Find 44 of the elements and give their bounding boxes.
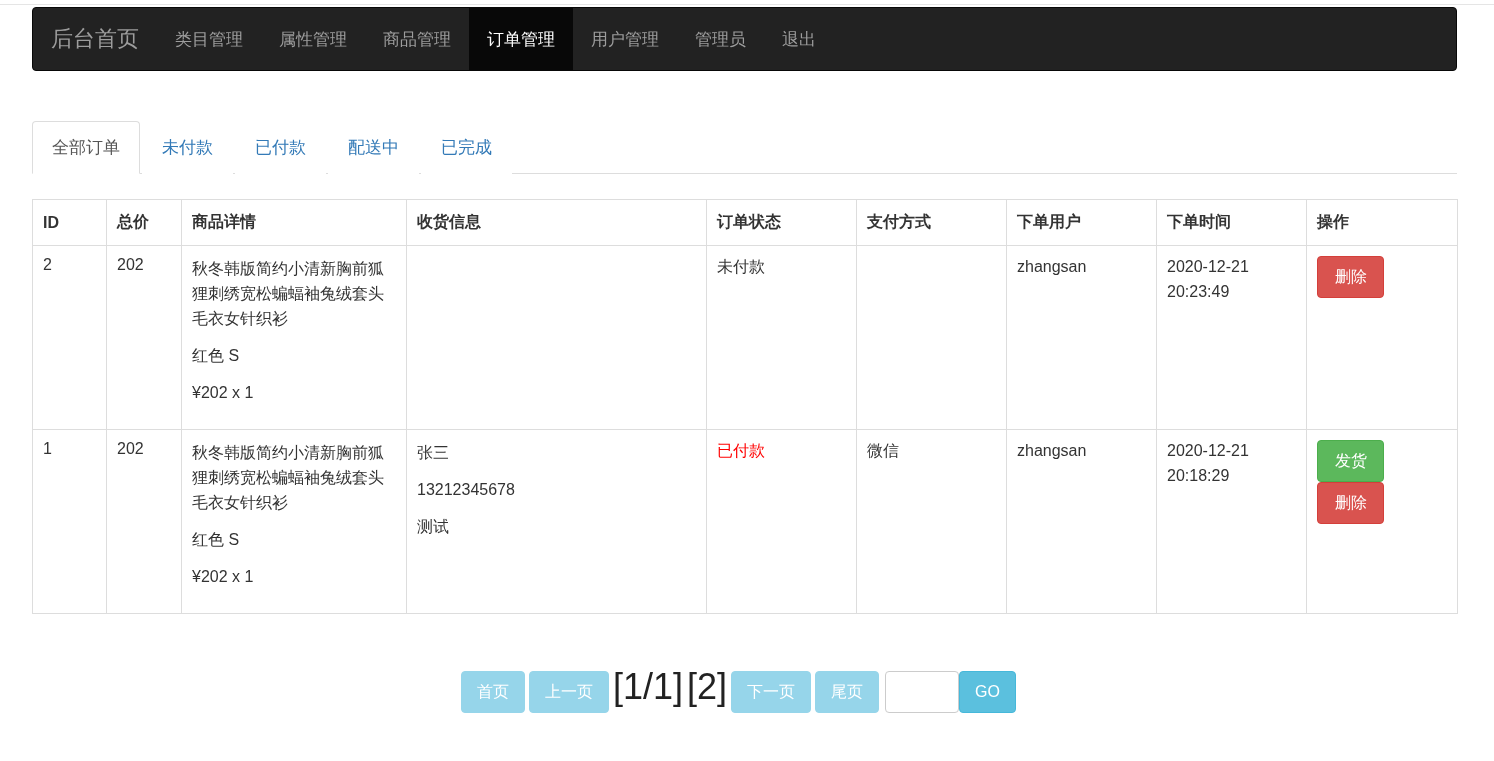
- shipping-info: 测试: [417, 517, 450, 537]
- user-name: zhangsan: [1017, 441, 1088, 461]
- nav-item[interactable]: 商品管理: [365, 8, 469, 70]
- product-spec: 红色 S: [192, 530, 241, 550]
- nav-item[interactable]: 用户管理: [573, 8, 677, 70]
- product-name: 秋冬韩版简约小清新胸前狐狸刺绣宽松蝙蝠袖兔绒套头毛衣女针织衫: [192, 259, 385, 329]
- total-count: [2]: [687, 669, 728, 705]
- shipping-info: 张三: [417, 443, 450, 463]
- tab[interactable]: 全部订单: [32, 121, 140, 174]
- payment-method: 微信: [867, 441, 900, 461]
- page-input[interactable]: [885, 671, 960, 713]
- nav-item[interactable]: 属性管理: [261, 8, 365, 70]
- product-price: ¥202 x 1: [192, 383, 255, 403]
- column-header: ID: [32, 199, 107, 246]
- order-time: 2020-12-21 20:18:29: [1167, 441, 1250, 486]
- order-status: 未付款: [717, 257, 766, 277]
- column-header: 收货信息: [406, 199, 707, 246]
- nav-item[interactable]: 退出: [764, 8, 834, 70]
- delete-button[interactable]: 删除: [1317, 482, 1384, 524]
- table-cell: 202: [106, 429, 182, 614]
- column-header: 操作: [1306, 199, 1458, 246]
- product-spec: 红色 S: [192, 346, 241, 366]
- nav-item[interactable]: 订单管理: [469, 8, 573, 70]
- shipping-info: 13212345678: [417, 480, 516, 500]
- column-header: 商品详情: [181, 199, 407, 246]
- column-header: 下单时间: [1156, 199, 1307, 246]
- delete-button[interactable]: 删除: [1317, 256, 1384, 298]
- product-name: 秋冬韩版简约小清新胸前狐狸刺绣宽松蝙蝠袖兔绒套头毛衣女针织衫: [192, 443, 385, 513]
- user-name: zhangsan: [1017, 257, 1088, 277]
- table-cell: 2: [32, 245, 107, 430]
- nav-item[interactable]: 管理员: [677, 8, 764, 70]
- column-header: 订单状态: [706, 199, 857, 246]
- column-header: 支付方式: [856, 199, 1007, 246]
- page-info: [1/1]: [613, 669, 684, 705]
- ship-button[interactable]: 发货: [1317, 440, 1384, 482]
- column-header: 下单用户: [1006, 199, 1157, 246]
- column-header: 总价: [106, 199, 182, 246]
- nav-item[interactable]: 类目管理: [157, 8, 261, 70]
- table-cell: 1: [32, 429, 107, 614]
- order-time: 2020-12-21 20:23:49: [1167, 257, 1250, 302]
- product-price: ¥202 x 1: [192, 567, 255, 587]
- order-status: 已付款: [717, 441, 766, 461]
- brand-link[interactable]: 后台首页: [33, 8, 157, 70]
- table-cell: 202: [106, 245, 182, 430]
